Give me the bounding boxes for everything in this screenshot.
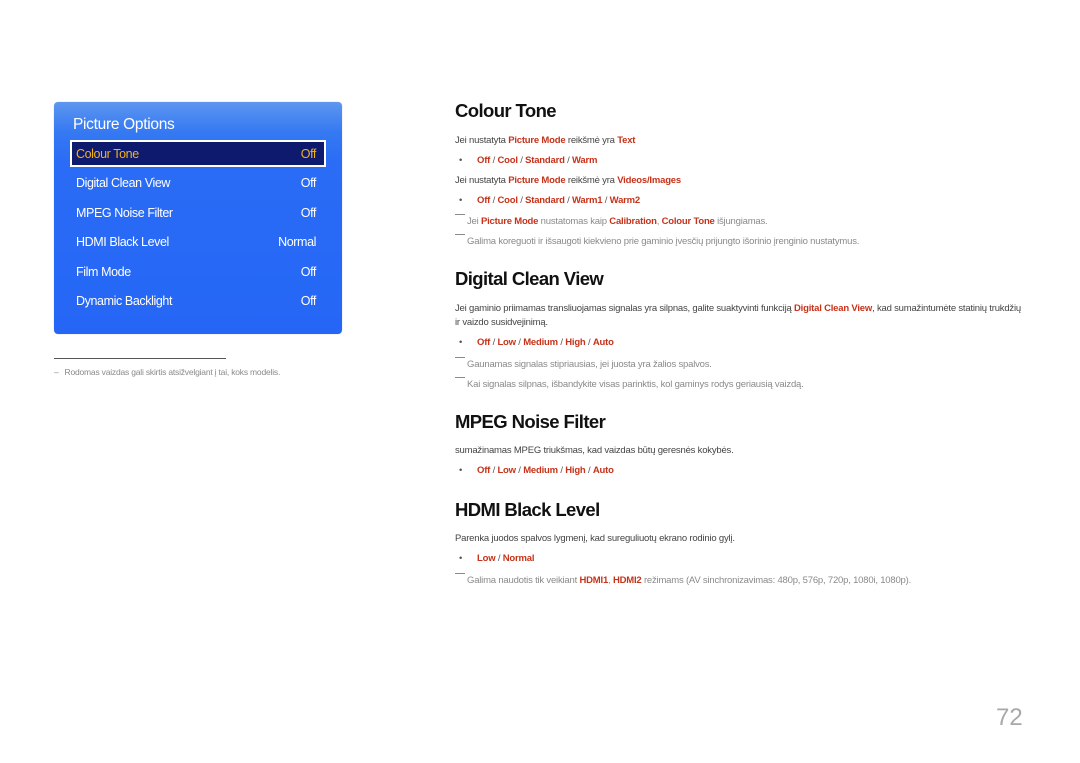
colour-tone-options-text: • Off / Cool / Standard / Warm	[459, 155, 598, 166]
menu-item-value: Off	[300, 264, 317, 279]
text: reikšmė yra	[565, 175, 618, 186]
menu-item-value: Off	[300, 146, 317, 161]
option: Medium	[523, 337, 558, 348]
text: Jei	[467, 216, 481, 227]
menu-item-mpeg-noise-filter[interactable]: MPEG Noise Filter Off	[70, 199, 326, 226]
footnote-text: Rodomas vaizdas gali skirtis atsižvelgia…	[64, 367, 281, 377]
option: Low	[497, 337, 516, 348]
option: Standard	[525, 195, 565, 206]
section-title-colour-tone: Colour Tone	[455, 100, 557, 121]
text: Jei gaminio priimamas transliuojamas sig…	[455, 303, 795, 314]
option: Off	[477, 195, 491, 206]
option: Cool	[497, 155, 518, 166]
menu-item-film-mode[interactable]: Film Mode Off	[70, 258, 326, 285]
menu-item-label: MPEG Noise Filter	[76, 205, 173, 220]
footnote-divider	[54, 358, 226, 359]
digital-clean-view-options: • Off / Low / Medium / High / Auto	[459, 337, 614, 348]
text: nustatomas kaip	[538, 216, 610, 227]
text: Galima koreguoti ir išsaugoti kiekvieno …	[467, 236, 860, 247]
menu-item-label: Dynamic Backlight	[76, 294, 173, 308]
note-dash	[455, 377, 465, 378]
section-title-hdmi-black-level: HDMI Black Level	[455, 499, 600, 520]
menu-item-value: Normal	[278, 235, 316, 249]
option: Off	[477, 465, 491, 476]
option: Warm2	[609, 195, 641, 206]
bullet-icon: •	[459, 553, 463, 564]
note-dash	[455, 234, 465, 235]
colour-tone-note-save: Galima koreguoti ir išsaugoti kiekvieno …	[455, 234, 859, 247]
keyword: HDMI2	[612, 575, 642, 586]
text: Jei nustatyta	[455, 135, 509, 146]
menu-item-colour-tone[interactable]: Colour Tone Off	[70, 140, 326, 167]
menu-item-label: Colour Tone	[76, 146, 139, 161]
text: reikšmė yra	[565, 135, 618, 146]
menu-item-dynamic-backlight[interactable]: Dynamic Backlight Off	[70, 288, 326, 315]
hdmi-black-level-options: • Low / Normal	[459, 553, 535, 564]
menu-item-value: Off	[300, 176, 317, 190]
menu-item-label: HDMI Black Level	[76, 235, 169, 249]
keyword: Text	[617, 135, 636, 146]
colour-tone-condition-text: Jei nustatyta Picture Mode reikšmė yra T…	[455, 135, 635, 146]
bullet-icon: •	[459, 337, 463, 348]
note-dash	[455, 573, 465, 574]
digital-clean-view-note-weak: Kai signalas silpnas, išbandykite visas …	[455, 377, 804, 390]
text: Jei nustatyta	[455, 175, 509, 186]
digital-clean-view-description: Jei gaminio priimamas transliuojamas sig…	[455, 302, 1025, 330]
menu-item-label: Digital Clean View	[76, 176, 171, 190]
keyword: Colour Tone	[661, 216, 715, 227]
hdmi-black-level-note: Galima naudotis tik veikiant HDMI1, HDMI…	[455, 573, 911, 586]
menu-item-label: Film Mode	[76, 264, 131, 279]
note-dash	[455, 214, 465, 215]
option: Standard	[525, 155, 565, 166]
option: Cool	[497, 195, 518, 206]
page-number: 72	[996, 704, 1023, 731]
menu-item-value: Off	[300, 294, 317, 308]
picture-options-panel: Picture Options Colour Tone Off Digital …	[54, 102, 342, 334]
keyword: Videos/Images	[617, 175, 681, 186]
option: Normal	[502, 553, 535, 564]
colour-tone-condition-videos: Jei nustatyta Picture Mode reikšmė yra V…	[455, 175, 681, 186]
digital-clean-view-note-signal: Gaunamas signalas stipriausias, jei juos…	[455, 357, 712, 370]
keyword: Picture Mode	[480, 216, 539, 227]
bullet-icon: •	[459, 465, 463, 476]
keyword: Digital Clean View	[794, 303, 873, 314]
keyword: Picture Mode	[508, 175, 566, 186]
option: High	[565, 465, 586, 476]
bullet-icon: •	[459, 155, 463, 166]
section-title-digital-clean-view: Digital Clean View	[455, 268, 604, 289]
colour-tone-note-calibration: Jei Picture Mode nustatomas kaip Calibra…	[455, 214, 768, 227]
mpeg-noise-filter-description: sumažinamas MPEG triukšmas, kad vaizdas …	[455, 445, 734, 456]
option: Medium	[523, 465, 558, 476]
option: Off	[477, 155, 491, 166]
mpeg-noise-filter-options: • Off / Low / Medium / High / Auto	[459, 465, 614, 476]
option: Warm1	[572, 195, 603, 206]
picture-options-menu: Colour Tone Off Digital Clean View Off M…	[70, 140, 326, 317]
hdmi-black-level-description: Parenka juodos spalvos lygmenį, kad sure…	[455, 533, 735, 544]
panel-title: Picture Options	[73, 116, 175, 133]
note-dash	[455, 357, 465, 358]
menu-item-digital-clean-view[interactable]: Digital Clean View Off	[70, 170, 326, 197]
keyword: Calibration	[609, 216, 657, 227]
keyword: Picture Mode	[508, 135, 566, 146]
option: Low	[497, 465, 516, 476]
colour-tone-options-videos: • Off / Cool / Standard / Warm1 / Warm2	[459, 195, 640, 206]
text: Kai signalas silpnas, išbandykite visas …	[467, 379, 804, 390]
option: Off	[477, 337, 491, 348]
keyword: HDMI1	[579, 575, 609, 586]
text: išjungiamas.	[714, 216, 768, 227]
menu-item-hdmi-black-level[interactable]: HDMI Black Level Normal	[70, 229, 326, 256]
option: High	[565, 337, 586, 348]
option: Auto	[592, 337, 614, 348]
menu-item-value: Off	[300, 205, 317, 220]
option: Auto	[592, 465, 614, 476]
footnote-dash: –	[54, 367, 59, 377]
bullet-icon: •	[459, 195, 463, 206]
option: Low	[477, 553, 496, 564]
footnote: – Rodomas vaizdas gali skirtis atsižvelgi…	[54, 367, 280, 377]
text: režimams (AV sinchronizavimas: 480p, 576…	[641, 575, 912, 586]
section-title-mpeg-noise-filter: MPEG Noise Filter	[455, 411, 606, 432]
option: Warm	[572, 155, 598, 166]
text: Galima naudotis tik veikiant	[467, 575, 580, 586]
text: Gaunamas signalas stipriausias, jei juos…	[467, 359, 712, 370]
